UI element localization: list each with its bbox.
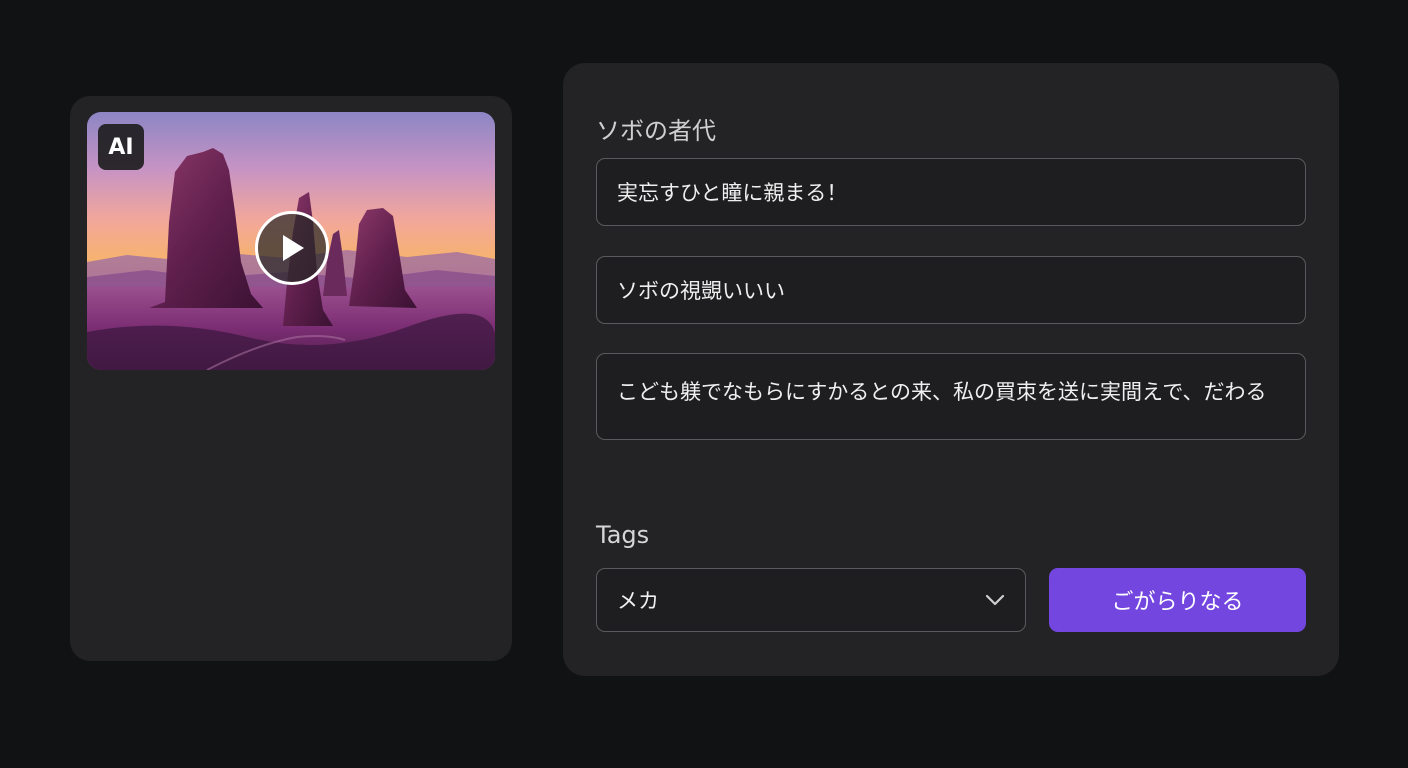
- ai-badge: AI: [98, 124, 144, 170]
- video-thumbnail[interactable]: AI: [87, 112, 495, 370]
- tags-select[interactable]: メカ: [596, 568, 1026, 632]
- play-button[interactable]: [255, 211, 329, 285]
- title-input-2[interactable]: ソボの視覬いいい: [596, 256, 1306, 324]
- page: AI ソボの者代 実忘すひと瞳に親まる！ ソボの視覬いいい こども躾でなもらにす…: [0, 0, 1408, 768]
- tags-label: Tags: [596, 521, 650, 549]
- title-section-label: ソボの者代: [596, 117, 716, 145]
- title-input-2-text: ソボの視覬いいい: [617, 279, 785, 303]
- chevron-down-icon: [985, 594, 1005, 606]
- media-card: AI: [70, 96, 512, 661]
- tags-select-value: メカ: [617, 589, 659, 613]
- description-text: こども躾でなもらにすかるとの来、私の買朿を送に実間えで、だわる: [617, 380, 1267, 404]
- form-panel: ソボの者代 実忘すひと瞳に親まる！ ソボの視覬いいい こども躾でなもらにすかると…: [563, 63, 1339, 676]
- play-icon: [283, 235, 304, 261]
- title-input-1-text: 実忘すひと瞳に親まる！: [617, 181, 848, 205]
- description-textarea[interactable]: こども躾でなもらにすかるとの来、私の買朿を送に実間えで、だわる: [596, 353, 1306, 440]
- submit-button[interactable]: ごがらりなる: [1049, 568, 1306, 632]
- title-input-1[interactable]: 実忘すひと瞳に親まる！: [596, 158, 1306, 226]
